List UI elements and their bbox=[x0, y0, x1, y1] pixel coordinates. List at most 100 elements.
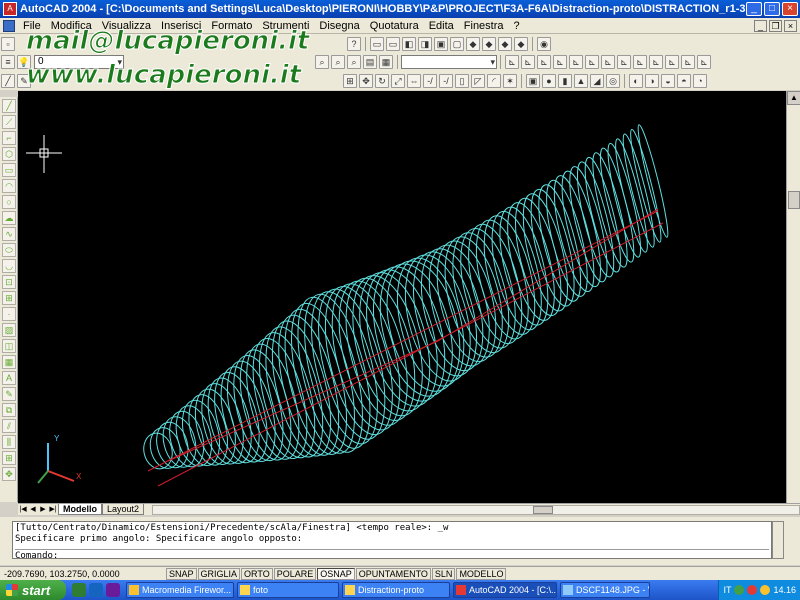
prev-tab-icon[interactable]: ◀ bbox=[28, 505, 38, 515]
hatch-icon[interactable]: ▨ bbox=[2, 323, 16, 337]
ucs-object-icon[interactable]: ⊾ bbox=[553, 55, 567, 69]
solid-box-icon[interactable]: ▣ bbox=[526, 74, 540, 88]
view-sw-iso-icon[interactable]: ◆ bbox=[466, 37, 480, 51]
task-autocad[interactable]: AutoCAD 2004 - [C:\... bbox=[453, 582, 557, 598]
task-firework[interactable]: Macromedia Firewor... bbox=[126, 582, 234, 598]
menu-quotatura[interactable]: Quotatura bbox=[365, 20, 424, 32]
ucs-world-icon[interactable]: ⊾ bbox=[521, 55, 535, 69]
chamfer-icon[interactable]: ◸ bbox=[471, 74, 485, 88]
zoom-window-icon[interactable]: ⌕ bbox=[331, 55, 345, 69]
polar-toggle[interactable]: POLARE bbox=[273, 567, 317, 580]
solid-wedge-icon[interactable]: ◢ bbox=[590, 74, 604, 88]
scale-icon[interactable]: ⤢ bbox=[391, 74, 405, 88]
help-icon[interactable]: ? bbox=[347, 37, 361, 51]
copy-icon[interactable]: ⧉ bbox=[2, 403, 16, 417]
shade-edges-icon[interactable]: ◓ bbox=[677, 74, 691, 88]
table-icon[interactable]: ▦ bbox=[2, 355, 16, 369]
ellipse-arc-icon[interactable]: ◡ bbox=[2, 259, 16, 273]
shade-wire-icon[interactable]: ◔ bbox=[693, 74, 707, 88]
revcloud-icon[interactable]: ☁ bbox=[2, 211, 16, 225]
view-nw-iso-icon[interactable]: ◆ bbox=[514, 37, 528, 51]
ucs-icon[interactable]: ⊾ bbox=[505, 55, 519, 69]
linetype-combo[interactable] bbox=[401, 55, 497, 69]
last-tab-icon[interactable]: ▶| bbox=[48, 505, 58, 515]
view-ne-iso-icon[interactable]: ◆ bbox=[498, 37, 512, 51]
shade-flat-icon[interactable]: ◑ bbox=[645, 74, 659, 88]
doc-minimize-button[interactable]: _ bbox=[754, 19, 767, 32]
otrack-toggle[interactable]: OPUNTAMENTO bbox=[355, 567, 431, 580]
shade-gouraud-icon[interactable]: ◒ bbox=[661, 74, 675, 88]
grid-icon[interactable]: ⊞ bbox=[343, 74, 357, 88]
break-icon[interactable]: ▯ bbox=[455, 74, 469, 88]
move-icon[interactable]: ✥ bbox=[359, 74, 373, 88]
ucs-zaxis-icon[interactable]: ⊾ bbox=[617, 55, 631, 69]
line-icon[interactable]: ╱ bbox=[2, 99, 16, 113]
grid-toggle[interactable]: GRIGLIA bbox=[197, 567, 241, 580]
doc-close-button[interactable]: × bbox=[784, 19, 797, 32]
menu-help[interactable]: ? bbox=[509, 20, 525, 32]
maximize-button[interactable]: □ bbox=[764, 2, 780, 16]
menu-inserisci[interactable]: Inserisci bbox=[156, 20, 206, 32]
view-se-iso-icon[interactable]: ◆ bbox=[482, 37, 496, 51]
scroll-up-icon[interactable]: ▲ bbox=[787, 91, 800, 105]
start-button[interactable]: start bbox=[0, 580, 66, 600]
ellipse-icon[interactable]: ⬭ bbox=[2, 243, 16, 257]
osnap-toggle[interactable]: OSNAP bbox=[317, 567, 355, 580]
design-center-icon[interactable]: ▦ bbox=[379, 55, 393, 69]
menu-strumenti[interactable]: Strumenti bbox=[257, 20, 314, 32]
ucs-apply-icon[interactable]: ⊾ bbox=[697, 55, 711, 69]
view-top-icon[interactable]: ▭ bbox=[370, 37, 384, 51]
move-tool-icon[interactable]: ✥ bbox=[2, 467, 16, 481]
snap-toggle[interactable]: SNAP bbox=[166, 567, 197, 580]
task-foto[interactable]: foto bbox=[237, 582, 339, 598]
xline-icon[interactable]: ⟋ bbox=[2, 115, 16, 129]
line-icon[interactable]: ╱ bbox=[1, 74, 15, 88]
next-tab-icon[interactable]: ▶ bbox=[38, 505, 48, 515]
layer-on-icon[interactable]: 💡 bbox=[17, 55, 31, 69]
polyline-icon[interactable]: ⌐ bbox=[2, 131, 16, 145]
tab-layout2[interactable]: Layout2 bbox=[102, 504, 145, 515]
solid-cone-icon[interactable]: ▲ bbox=[574, 74, 588, 88]
ortho-toggle[interactable]: ORTO bbox=[241, 567, 273, 580]
explode-icon[interactable]: ✶ bbox=[503, 74, 517, 88]
zoom-previous-icon[interactable]: ⌕ bbox=[347, 55, 361, 69]
vertical-scrollbar[interactable]: ▲ bbox=[786, 91, 800, 503]
ucs-z-icon[interactable]: ⊾ bbox=[681, 55, 695, 69]
menu-formato[interactable]: Formato bbox=[206, 20, 257, 32]
camera-icon[interactable]: ◉ bbox=[537, 37, 551, 51]
close-button[interactable]: × bbox=[782, 2, 798, 16]
language-indicator[interactable]: IT bbox=[723, 585, 731, 595]
pencil-icon[interactable]: ✎ bbox=[17, 74, 31, 88]
point-icon[interactable]: · bbox=[2, 307, 16, 321]
rotate-icon[interactable]: ↻ bbox=[375, 74, 389, 88]
view-right-icon[interactable]: ◨ bbox=[418, 37, 432, 51]
task-distraction-proto[interactable]: Distraction-proto bbox=[342, 582, 450, 598]
mtext-icon[interactable]: A bbox=[2, 371, 16, 385]
ucs-3point-icon[interactable]: ⊾ bbox=[633, 55, 647, 69]
model-toggle[interactable]: MODELLO bbox=[456, 567, 507, 580]
tray-app-icon[interactable] bbox=[760, 585, 771, 595]
horizontal-scroll-thumb[interactable] bbox=[533, 505, 554, 514]
task-image-viewer[interactable]: DSCF1148.JPG - Visu... bbox=[560, 582, 650, 598]
extend-icon[interactable]: -/ bbox=[439, 74, 453, 88]
ucs-previous-icon[interactable]: ⊾ bbox=[537, 55, 551, 69]
wireframe-drawing[interactable]: Y X bbox=[18, 91, 786, 503]
menu-modifica[interactable]: Modifica bbox=[46, 20, 97, 32]
solid-sphere-icon[interactable]: ● bbox=[542, 74, 556, 88]
trim-icon[interactable]: -/ bbox=[423, 74, 437, 88]
circle-icon[interactable]: ○ bbox=[2, 195, 16, 209]
menu-edita[interactable]: Edita bbox=[424, 20, 459, 32]
quick-launch-ie-icon[interactable] bbox=[89, 583, 103, 597]
make-block-icon[interactable]: ⊞ bbox=[2, 291, 16, 305]
erase-icon[interactable]: ✎ bbox=[2, 387, 16, 401]
tray-antivirus-icon[interactable] bbox=[747, 585, 758, 595]
zoom-realtime-icon[interactable]: ⌕ bbox=[315, 55, 329, 69]
shade-icon[interactable]: ◐ bbox=[629, 74, 643, 88]
ucs-view-icon[interactable]: ⊾ bbox=[585, 55, 599, 69]
menu-file[interactable]: File bbox=[18, 20, 46, 32]
view-bottom-icon[interactable]: ▭ bbox=[386, 37, 400, 51]
horizontal-scrollbar[interactable] bbox=[152, 504, 800, 515]
quick-launch-media-icon[interactable] bbox=[106, 583, 120, 597]
drawing-area[interactable]: Y X bbox=[18, 91, 786, 503]
layer-combo[interactable]: 0 bbox=[34, 55, 124, 69]
